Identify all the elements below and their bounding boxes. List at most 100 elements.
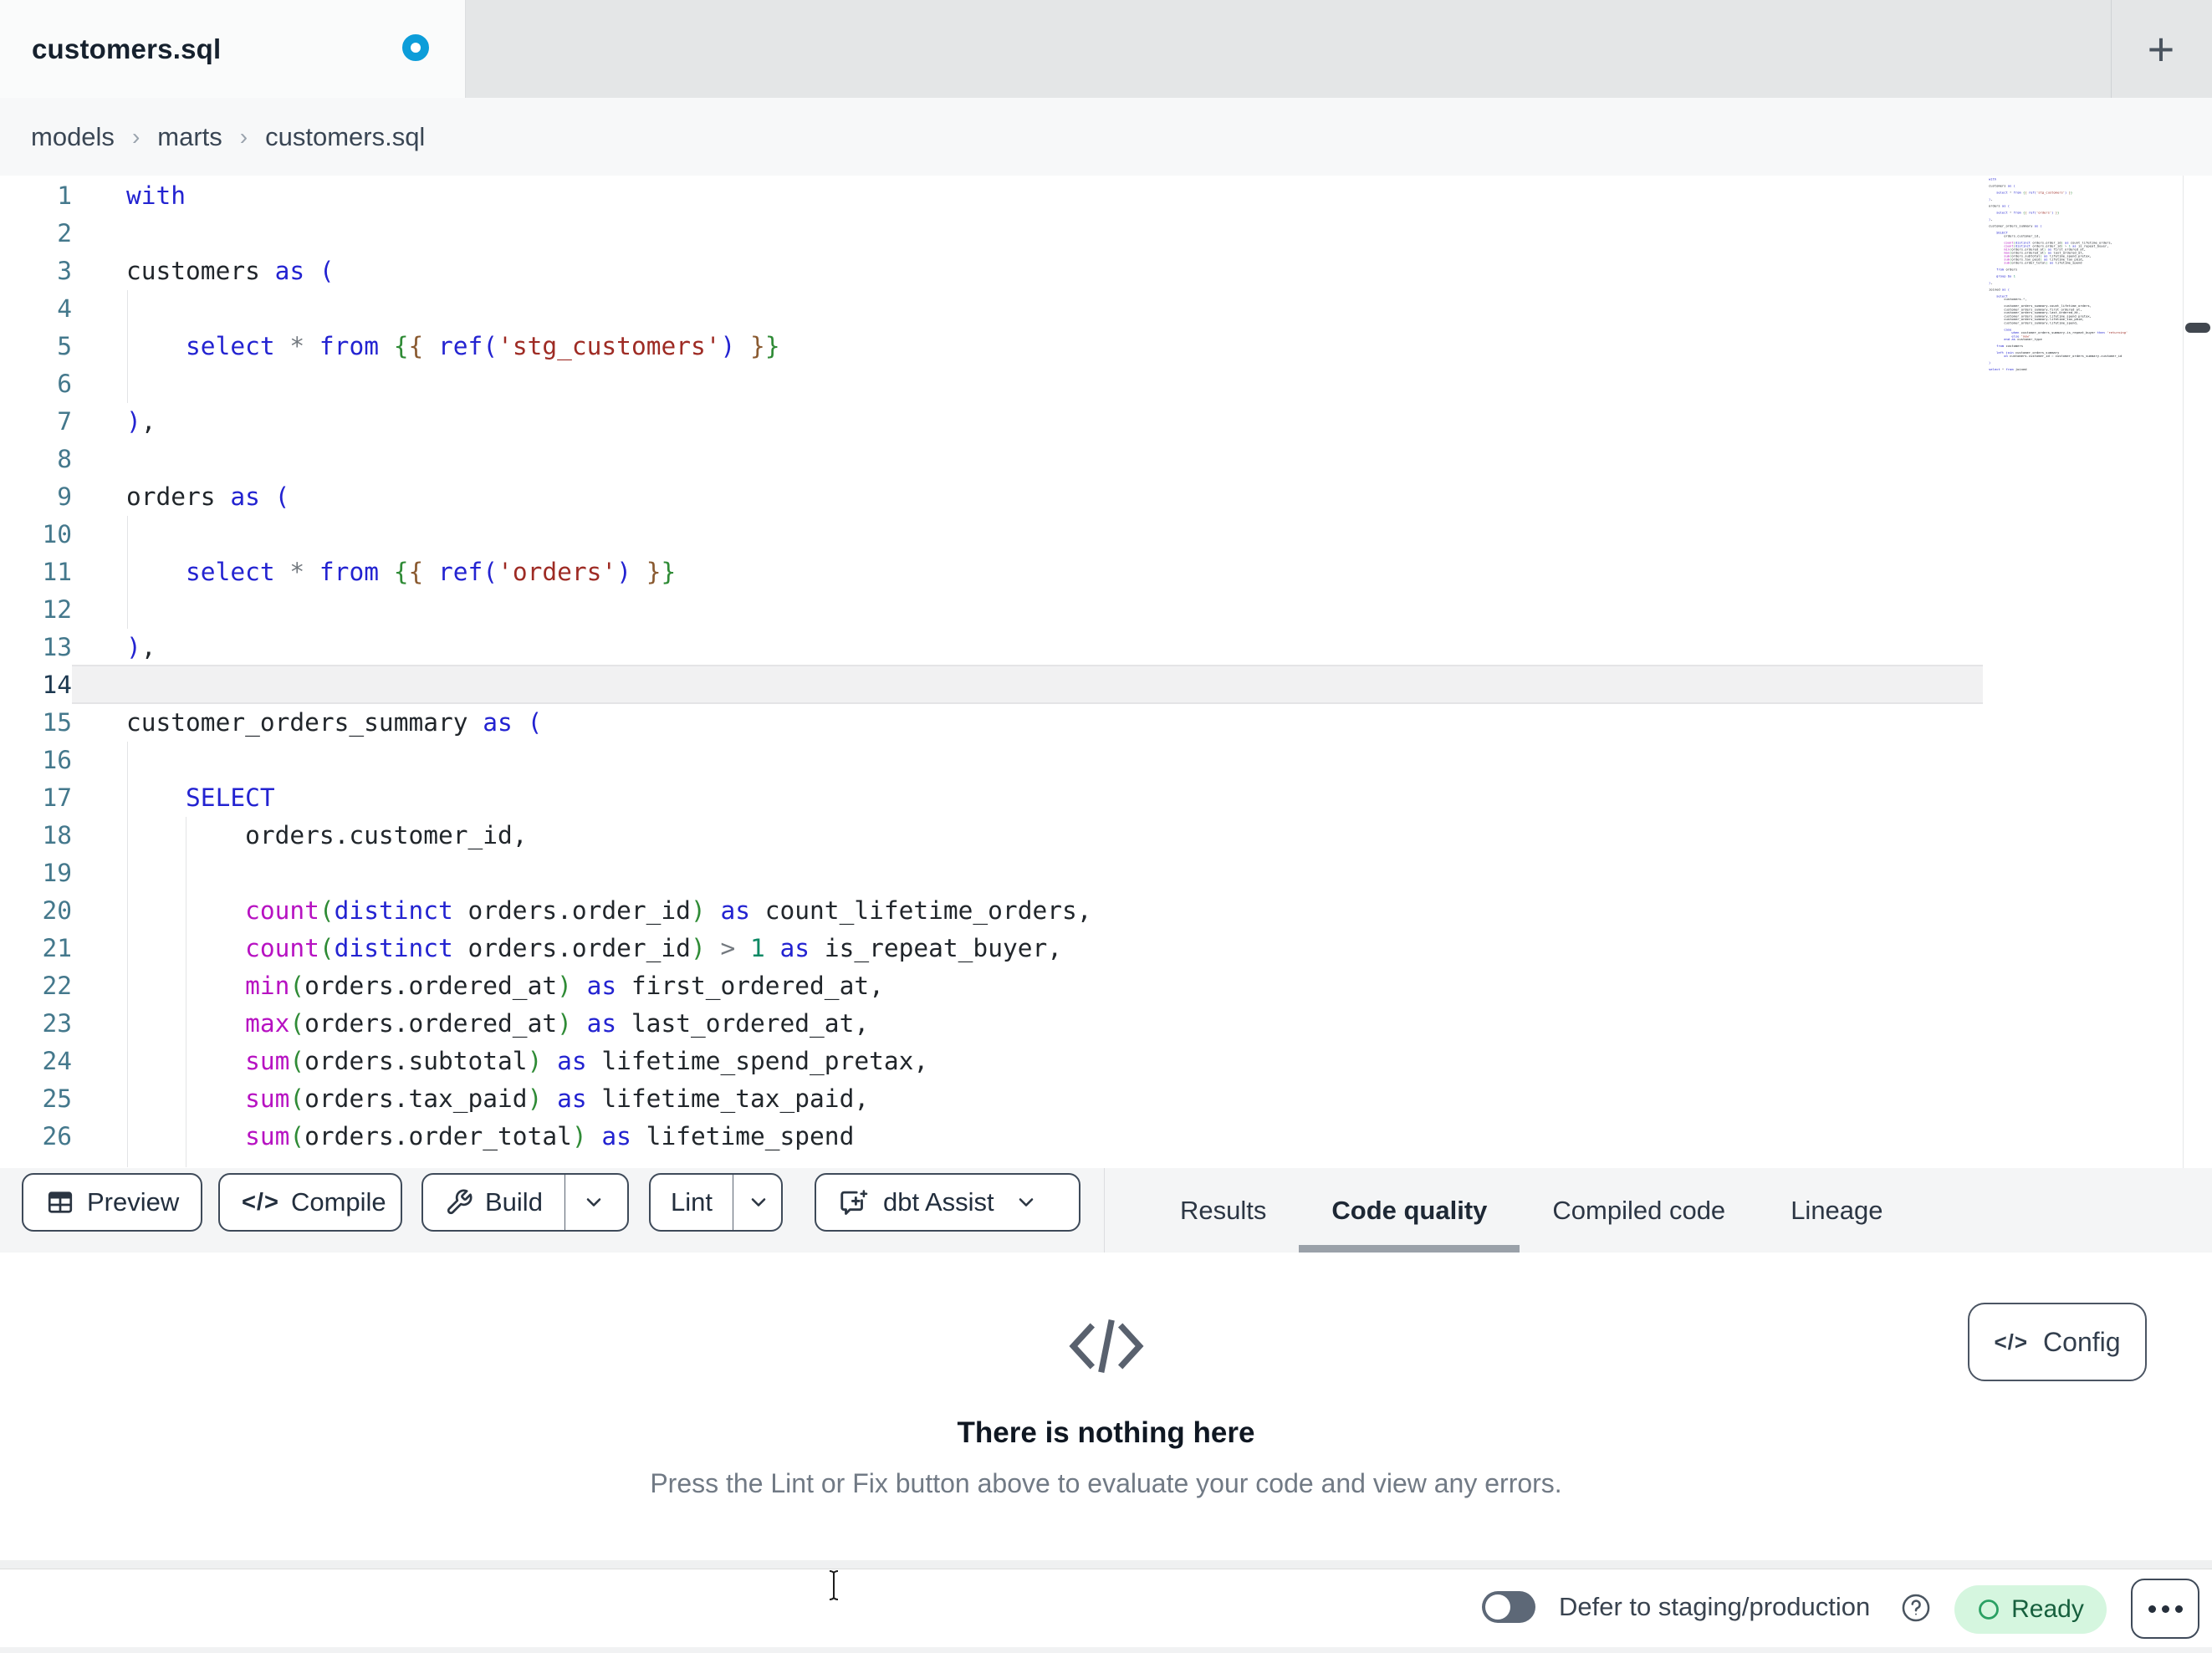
wrench-icon [447,1189,473,1215]
build-label: Build [485,1187,543,1217]
dbt-assist-button[interactable]: dbt Assist [815,1173,1080,1232]
minimap-code: with customers as ( select * from {{ ref… [1989,178,2128,372]
build-split-button[interactable]: Build [421,1173,629,1232]
ready-label: Ready [2011,1595,2084,1623]
tab-results[interactable]: Results [1147,1168,1299,1253]
config-label: Config [2043,1326,2121,1357]
dbt-assist-label: dbt Assist [883,1187,994,1217]
ellipsis-icon [2161,1605,2169,1613]
question-circle-icon [1902,1594,1930,1622]
code-quality-panel: There is nothing here Press the Lint or … [0,1253,2212,1560]
code-line[interactable]: count(distinct orders.order_id) > 1 as i… [126,930,1092,967]
code-line[interactable]: customer_orders_summary as ( [126,704,1092,742]
tab-code-quality[interactable]: Code quality [1299,1168,1520,1253]
code-line[interactable] [126,365,1092,403]
panel-tab-list: Results Code quality Compiled code Linea… [1147,1168,1916,1253]
chevron-down-icon [586,1198,601,1207]
active-tab-underline [1299,1245,1520,1253]
scrollbar-track-border [2183,176,2184,1168]
line-number: 17 [42,783,72,812]
line-number: 11 [42,558,72,586]
table-icon [48,1191,73,1213]
breadcrumb-separator-icon: › [239,123,248,150]
help-button[interactable] [1900,1592,1932,1628]
code-line[interactable] [126,516,1092,554]
lint-dropdown-button[interactable] [732,1175,784,1230]
code-line[interactable] [126,742,1092,779]
code-line[interactable]: with [126,177,1092,215]
status-circle-icon [1979,1599,2000,1620]
line-number: 2 [57,219,72,247]
build-dropdown-button[interactable] [564,1175,622,1230]
code-line[interactable]: sum(orders.order_total) as lifetime_spen… [126,1118,1092,1156]
line-number-gutter: 1 2 3 4 5 6 7 8 9 10 11 12 13 14 15 16 17 18 19 20 21 22 23 24 2… [0,177,72,1156]
line-number: 7 [57,407,72,436]
code-line[interactable] [126,666,1092,704]
file-tab-bar: customers.sql + [0,0,2212,99]
line-number: 20 [42,896,72,925]
breadcrumb-row: models › marts › customers.sql Save [0,98,2212,268]
line-number: 25 [42,1084,72,1113]
code-brackets-icon [1068,1319,1144,1373]
code-editor[interactable]: 1 2 3 4 5 6 7 8 9 10 11 12 13 14 15 16 17 18 19 20 21 22 23 24 2… [0,176,2212,1169]
code-line[interactable]: orders as ( [126,478,1092,516]
tab-compiled-code[interactable]: Compiled code [1520,1168,1758,1253]
breadcrumb: models › marts › customers.sql [31,98,425,176]
lint-label: Lint [671,1187,713,1217]
line-number: 4 [57,294,72,323]
code-line[interactable]: SELECT [126,779,1092,817]
more-options-button[interactable] [2131,1579,2199,1639]
line-number: 6 [57,370,72,398]
breadcrumb-file: customers.sql [265,121,426,151]
code-icon: </> [1994,1329,2029,1355]
lint-button[interactable]: Lint [651,1175,733,1230]
code-line[interactable]: sum(orders.tax_paid) as lifetime_tax_pai… [126,1080,1092,1118]
new-tab-button[interactable]: + [2128,0,2194,98]
code-line[interactable]: count(distinct orders.order_id) as count… [126,892,1091,930]
breadcrumb-separator-icon: › [131,123,140,150]
ellipsis-icon [2148,1605,2156,1613]
code-line[interactable]: ), [126,403,1092,441]
line-number: 3 [57,257,72,285]
code-line[interactable] [126,441,1092,478]
code-line[interactable]: sum(orders.subtotal) as lifetime_spend_p… [126,1043,1092,1080]
code-line[interactable]: ), [126,629,1092,666]
defer-label: Defer to staging/production [1559,1592,1871,1621]
lint-split-button[interactable]: Lint [649,1173,783,1232]
code-line[interactable]: max(orders.ordered_at) as last_ordered_a… [126,1005,1092,1043]
panel-bottom-strip [0,1560,2212,1569]
compile-button[interactable]: </> Compile [218,1173,402,1232]
code-line[interactable]: customers as ( [126,253,1092,290]
code-line[interactable]: select * from {{ ref('orders') }} [126,554,1092,591]
line-number: 18 [42,821,72,849]
status-bar: Defer to staging/production Ready [0,1569,2212,1647]
line-number: 26 [42,1122,72,1150]
code-line[interactable]: select * from {{ ref('stg_customers') }} [126,328,1092,365]
defer-toggle[interactable] [1482,1591,1535,1623]
line-number: 16 [42,746,72,774]
ready-status-badge: Ready [1954,1585,2107,1634]
line-number: 13 [42,633,72,661]
code-line[interactable] [126,215,1092,253]
code-line[interactable] [126,855,1092,892]
file-tab-title: customers.sql [32,33,222,64]
file-tab-customers-sql[interactable]: customers.sql [0,0,466,98]
line-number: 21 [42,934,72,962]
scrollbar-thumb[interactable] [2185,323,2210,333]
line-number: 23 [42,1009,72,1038]
tab-lineage[interactable]: Lineage [1758,1168,1915,1253]
code-line[interactable] [126,591,1092,629]
breadcrumb-models: models [31,121,115,151]
code-line[interactable] [126,290,1092,328]
code-line[interactable]: orders.customer_id, [126,817,1092,855]
preview-button[interactable]: Preview [22,1173,202,1232]
code-line[interactable]: min(orders.ordered_at) as first_ordered_… [126,967,1092,1005]
line-number: 8 [57,445,72,473]
assist-chat-sparkle-icon [840,1190,868,1215]
preview-label: Preview [87,1187,180,1217]
build-button[interactable]: Build [423,1175,564,1230]
line-number: 12 [42,595,72,624]
empty-state-description: Press the Lint or Fix button above to ev… [650,1468,1562,1498]
config-button[interactable]: </> Config [1968,1303,2147,1381]
minimap[interactable]: with customers as ( select * from {{ ref… [1989,178,2183,377]
